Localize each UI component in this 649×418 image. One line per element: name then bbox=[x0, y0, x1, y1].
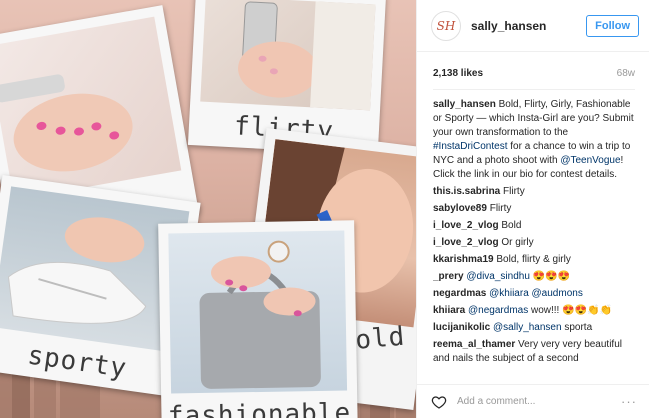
comment-mention[interactable]: @sally_hansen bbox=[493, 322, 562, 333]
comment-input[interactable]: Add a comment... bbox=[457, 396, 621, 407]
comment-item: kkarishma19 Bold, flirty & girly bbox=[433, 253, 637, 267]
comment-item: reema_al_thamer Very very very beautiful… bbox=[433, 338, 637, 366]
caption-fashionable: fashionable bbox=[167, 398, 352, 418]
comment-username[interactable]: i_love_2_vlog bbox=[433, 220, 499, 231]
post-meta: 2,138 likes 68w bbox=[433, 68, 635, 79]
comment-username[interactable]: _prery bbox=[433, 271, 464, 282]
more-options-icon[interactable]: ··· bbox=[621, 394, 637, 409]
comment-username[interactable]: negardmas bbox=[433, 288, 486, 299]
comment-username[interactable]: khiiara bbox=[433, 305, 465, 316]
avatar[interactable]: SH bbox=[431, 10, 461, 41]
username-link[interactable]: sally_hansen bbox=[471, 19, 586, 33]
comment-item: sabylove89 Flirty bbox=[433, 202, 637, 216]
likes-count[interactable]: 2,138 likes bbox=[433, 68, 483, 79]
comment-username[interactable]: this.is.sabrina bbox=[433, 186, 500, 197]
comment-username[interactable]: lucijanikolic bbox=[433, 322, 490, 333]
comment-username[interactable]: reema_al_thamer bbox=[433, 339, 515, 350]
comment-username[interactable]: i_love_2_vlog bbox=[433, 237, 499, 248]
caption-hashtag[interactable]: #InstaDriContest bbox=[433, 141, 507, 152]
comment-item: i_love_2_vlog Or girly bbox=[433, 236, 637, 250]
comment-mention[interactable]: @khiiara bbox=[489, 288, 529, 299]
polaroid-fashionable: fashionable bbox=[158, 220, 358, 418]
comment-item: lucijanikolic @sally_hansen sporta bbox=[433, 321, 637, 335]
comment-text: sporta bbox=[561, 322, 593, 333]
comment-mention[interactable]: @audmons bbox=[532, 288, 583, 299]
follow-button[interactable]: Follow bbox=[586, 14, 639, 37]
comment-item: negardmas @khiiara @audmons bbox=[433, 287, 637, 301]
comment-mention[interactable]: @diva_sindhu bbox=[466, 271, 530, 282]
comment-item: khiiara @negardmas wow!!! 😍😍👏👏 bbox=[433, 304, 637, 318]
post-header: SH sally_hansen Follow bbox=[417, 0, 649, 52]
comments-list: sally_hansen Bold, Flirty, Girly, Fashio… bbox=[417, 90, 649, 366]
post-timestamp[interactable]: 68w bbox=[617, 68, 635, 79]
heart-icon[interactable] bbox=[431, 394, 447, 410]
comment-mention[interactable]: @negardmas bbox=[468, 305, 528, 316]
post-sidebar: SH sally_hansen Follow 2,138 likes 68w s… bbox=[416, 0, 649, 418]
comment-item: _prery @diva_sindhu 😍😍😍 bbox=[433, 270, 637, 284]
comment-footer: Add a comment... ··· bbox=[417, 384, 649, 418]
post-image[interactable]: girly flirty bold bbox=[0, 0, 416, 418]
caption-mention[interactable]: @TeenVogue bbox=[560, 155, 620, 166]
comment-item: i_love_2_vlog Bold bbox=[433, 219, 637, 233]
comment-text: wow!!! 😍😍👏👏 bbox=[528, 305, 612, 316]
comment-username[interactable]: sabylove89 bbox=[433, 203, 487, 214]
comment-text: Bold bbox=[498, 220, 522, 231]
caption-username[interactable]: sally_hansen bbox=[433, 99, 496, 110]
comment-text: Flirty bbox=[486, 203, 512, 214]
comment-text: 😍😍😍 bbox=[529, 271, 571, 282]
comment-text: Flirty bbox=[500, 186, 525, 197]
comment-text: Or girly bbox=[498, 237, 534, 248]
comment-item: this.is.sabrina Flirty bbox=[433, 185, 637, 199]
avatar-initials: SH bbox=[436, 18, 456, 33]
comment-username[interactable]: kkarishma19 bbox=[433, 254, 494, 265]
comment-text: Bold, flirty & girly bbox=[493, 254, 571, 265]
post-caption: sally_hansen Bold, Flirty, Girly, Fashio… bbox=[433, 98, 637, 182]
